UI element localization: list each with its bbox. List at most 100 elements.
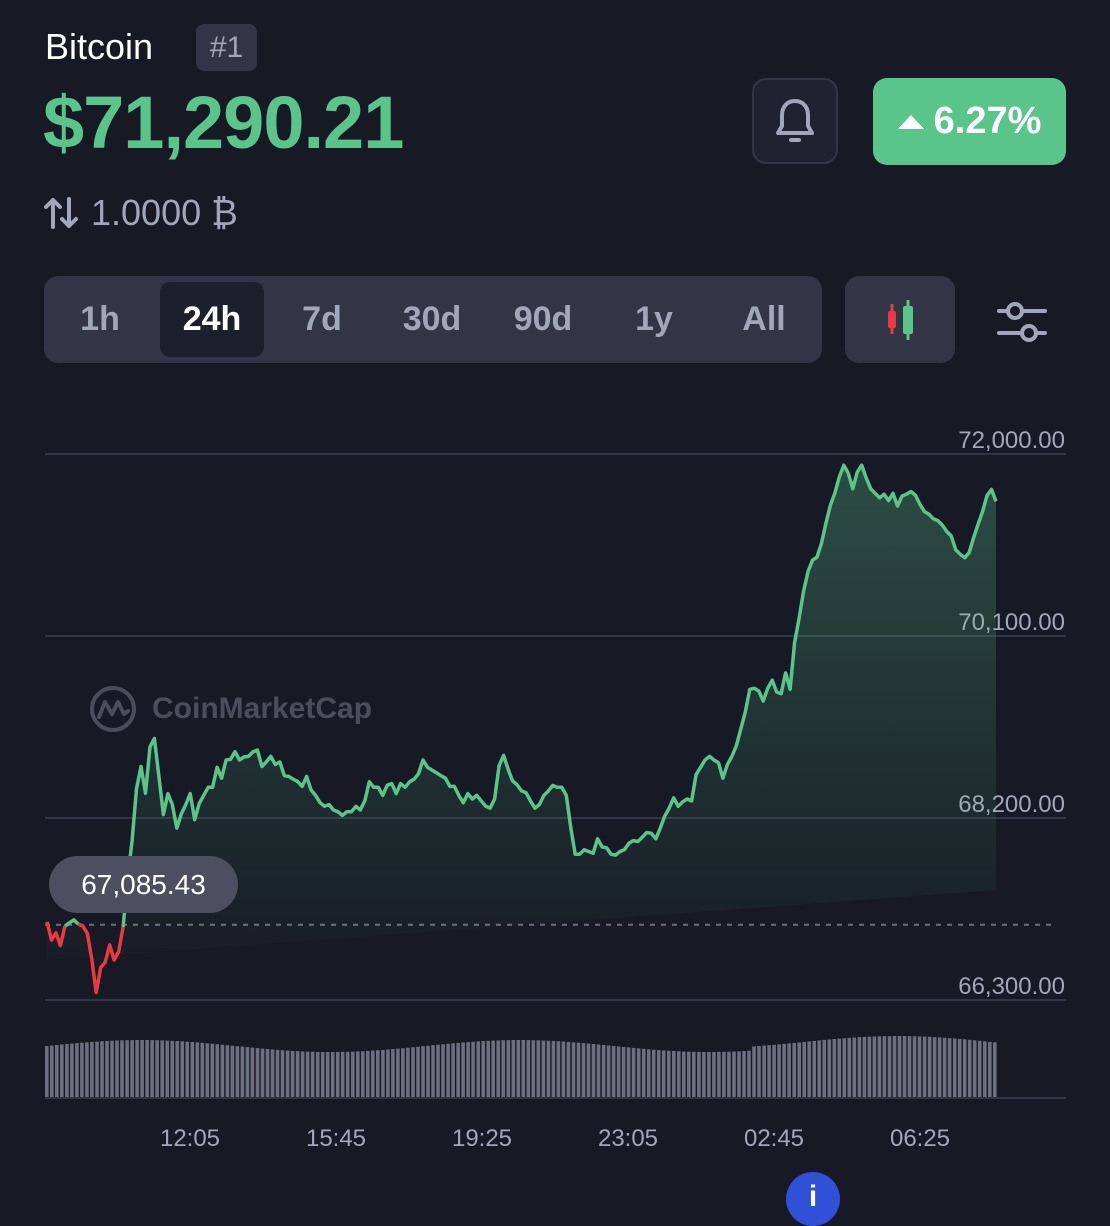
volume-bar <box>105 1041 109 1098</box>
tab-7d[interactable]: 7d <box>270 282 374 357</box>
volume-bar <box>957 1038 962 1098</box>
volume-bar <box>55 1045 59 1098</box>
volume-bar <box>185 1041 190 1098</box>
volume-bar <box>887 1036 892 1098</box>
volume-bar <box>556 1041 561 1098</box>
volume-bar <box>120 1040 124 1098</box>
volume-bar <box>200 1042 205 1098</box>
volume-bar <box>692 1051 696 1098</box>
volume-bar <box>371 1050 375 1098</box>
volume-bar <box>486 1040 491 1098</box>
volume-bar <box>466 1042 470 1098</box>
volume-bar <box>667 1050 671 1098</box>
volume-bar <box>501 1040 506 1098</box>
volume-bar <box>150 1040 154 1098</box>
price-chart[interactable]: 72,000.0070,100.0068,200.0066,300.00 12:… <box>0 380 1110 1180</box>
volume-bar <box>100 1041 104 1098</box>
volume-bar <box>947 1038 952 1098</box>
volume-bar <box>130 1040 134 1098</box>
x-axis-labels: 12:05 15:45 19:25 23:05 02:45 06:25 <box>160 1125 950 1152</box>
time-range-tabs: 1h 24h 7d 30d 90d 1y All <box>44 276 822 363</box>
price-alert-button[interactable] <box>752 78 838 164</box>
volume-bar <box>782 1043 786 1098</box>
volume-bar <box>757 1046 761 1098</box>
volume-bar <box>165 1040 170 1098</box>
volume-bar <box>90 1041 94 1098</box>
watermark: CoinMarketCap <box>88 684 372 734</box>
volume-bar <box>290 1050 295 1098</box>
volume-bar <box>95 1041 99 1098</box>
volume-bar <box>85 1042 89 1098</box>
volume-bar <box>942 1037 947 1098</box>
volume-bar <box>777 1044 781 1098</box>
volume-bar <box>396 1048 400 1098</box>
volume-bar <box>366 1050 370 1098</box>
volume-bar <box>651 1049 656 1098</box>
volume-bar <box>802 1041 807 1098</box>
volume-bar <box>115 1040 119 1098</box>
y-tick-label: 66,300.00 <box>958 973 1065 1000</box>
candlestick-toggle-button[interactable] <box>845 276 955 363</box>
volume-bar <box>937 1037 942 1098</box>
volume-bar <box>842 1038 847 1098</box>
volume-bar <box>682 1051 686 1098</box>
volume-bar <box>712 1052 716 1098</box>
volume-bar <box>426 1045 430 1098</box>
volume-bar <box>747 1050 751 1098</box>
volume-bar <box>361 1051 365 1098</box>
volume-bar <box>707 1052 711 1098</box>
volume-bar <box>797 1042 802 1098</box>
volume-bar <box>446 1043 450 1098</box>
volume-bar <box>220 1044 225 1098</box>
volume-bar <box>386 1049 390 1098</box>
x-tick-label: 15:45 <box>306 1125 366 1152</box>
volume-bar <box>175 1041 180 1098</box>
volume-bar <box>737 1051 741 1098</box>
volume-bar <box>787 1043 791 1098</box>
volume-bar <box>140 1040 144 1098</box>
volume-bar <box>993 1042 997 1098</box>
volume-bar <box>441 1044 445 1098</box>
event-marker[interactable]: i <box>786 1172 840 1226</box>
volume-bar <box>546 1040 551 1098</box>
tab-1y[interactable]: 1y <box>602 282 706 357</box>
volume-bar <box>561 1041 566 1098</box>
volume-bar <box>456 1042 460 1098</box>
volume-bar <box>345 1051 350 1098</box>
volume-bar <box>952 1038 957 1098</box>
tab-all[interactable]: All <box>712 282 816 357</box>
watermark-text: CoinMarketCap <box>152 692 373 725</box>
tab-1h[interactable]: 1h <box>48 282 152 357</box>
volume-bar <box>205 1043 210 1098</box>
volume-bar <box>280 1050 285 1098</box>
volume-bar <box>496 1040 501 1098</box>
swap-arrows-icon <box>44 197 78 229</box>
volume-bar <box>702 1052 706 1098</box>
volume-bar <box>571 1042 576 1098</box>
volume-bar <box>235 1046 240 1098</box>
tab-30d[interactable]: 30d <box>380 282 484 357</box>
volume-bar <box>320 1052 325 1098</box>
volume-bar <box>491 1040 496 1098</box>
chart-settings-button[interactable] <box>992 292 1052 352</box>
tab-90d[interactable]: 90d <box>491 282 595 357</box>
volume-bar <box>245 1047 250 1098</box>
volume-bar <box>215 1044 220 1098</box>
volume-bar <box>471 1041 475 1098</box>
volume-bar <box>586 1043 591 1098</box>
volume-bar <box>551 1040 556 1098</box>
volume-bar <box>210 1043 215 1098</box>
volume-bar <box>636 1048 641 1098</box>
volume-bar <box>255 1048 260 1098</box>
conversion-row[interactable]: 1.0000 ₿ <box>43 190 238 236</box>
volume-bar <box>606 1045 611 1098</box>
volume-bar <box>932 1037 937 1098</box>
volume-bar <box>832 1039 837 1098</box>
volume-bar <box>907 1036 912 1098</box>
tab-24h[interactable]: 24h <box>160 282 264 357</box>
volume-bar <box>230 1045 235 1098</box>
volume-bar <box>566 1041 571 1098</box>
volume-bar <box>351 1051 355 1098</box>
volume-bar <box>70 1043 74 1098</box>
volume-bar <box>827 1039 832 1098</box>
